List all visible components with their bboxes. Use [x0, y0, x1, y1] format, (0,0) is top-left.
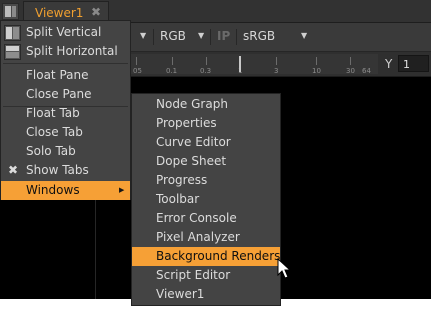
menu-item-float-tab[interactable]: Float Tab	[1, 104, 130, 123]
submenu-item-script-editor[interactable]: Script Editor	[132, 266, 280, 285]
menu-item-label: Float Tab	[26, 106, 80, 120]
submenu-item-label: Viewer1	[156, 287, 205, 301]
submenu-item-label: Toolbar	[156, 192, 200, 206]
submenu-item-label: Properties	[156, 116, 217, 130]
ruler-tick-label: 05	[133, 67, 142, 75]
submenu-item-label: Script Editor	[156, 268, 231, 282]
chevron-down-icon: ▼	[301, 31, 308, 40]
windows-submenu: Node Graph Properties Curve Editor Dope …	[131, 93, 281, 306]
submenu-item-label: Background Renders	[156, 249, 281, 263]
menu-item-label: Close Tab	[26, 125, 83, 139]
input-process-button[interactable]: IP	[217, 26, 230, 46]
menu-item-float-pane[interactable]: Float Pane	[1, 66, 130, 85]
close-tab-icon[interactable]: ✖	[91, 5, 101, 19]
ruler-tick-label: 0.3	[200, 67, 212, 75]
menu-item-label: Close Pane	[26, 87, 92, 101]
ruler-tick-label: 64	[362, 67, 371, 75]
ruler-tick-label: 10	[312, 67, 321, 75]
checkmark-icon: ✖	[8, 163, 19, 177]
submenu-item-background-renders[interactable]: Background Renders	[132, 247, 280, 266]
menu-item-label: Windows	[26, 183, 80, 197]
menu-item-label: Split Horizontal	[26, 44, 118, 58]
pane-menu-icon[interactable]	[2, 3, 19, 20]
menu-separator	[3, 63, 128, 64]
submenu-item-node-graph[interactable]: Node Graph	[132, 95, 280, 114]
chevron-down-icon: ▼	[140, 31, 147, 40]
menu-item-close-tab[interactable]: Close Tab	[1, 123, 130, 142]
y-input[interactable]: 1	[398, 55, 429, 72]
submenu-item-toolbar[interactable]: Toolbar	[132, 190, 280, 209]
submenu-item-progress[interactable]: Progress	[132, 171, 280, 190]
toolbar-divider	[236, 29, 237, 45]
ruler-tick	[316, 57, 317, 65]
toolbar-divider	[210, 29, 211, 45]
split-vertical-icon	[4, 25, 21, 41]
submenu-item-label: Dope Sheet	[156, 154, 227, 168]
submenu-item-label: Curve Editor	[156, 135, 231, 149]
submenu-item-viewer1[interactable]: Viewer1	[132, 285, 280, 304]
submenu-arrow-icon: ▶	[119, 186, 125, 194]
menu-item-label: Solo Tab	[26, 144, 76, 158]
menu-item-split-vertical[interactable]: Split Vertical	[1, 23, 130, 42]
menu-item-show-tabs[interactable]: ✖ Show Tabs	[1, 161, 130, 180]
ruler-tick-label: 3	[274, 67, 279, 75]
menu-item-solo-tab[interactable]: Solo Tab	[1, 142, 130, 161]
submenu-item-error-console[interactable]: Error Console	[132, 209, 280, 228]
submenu-item-pixel-analyzer[interactable]: Pixel Analyzer	[132, 228, 280, 247]
exposure-marker[interactable]	[239, 56, 241, 72]
toolbar-divider	[153, 29, 154, 45]
menu-item-label: Float Pane	[26, 68, 89, 82]
submenu-item-dope-sheet[interactable]: Dope Sheet	[132, 152, 280, 171]
ruler-tick-label: 30	[346, 67, 355, 75]
submenu-item-label: Pixel Analyzer	[156, 230, 240, 244]
chevron-down-icon: ▼	[198, 31, 205, 40]
channels-value: RGB	[160, 29, 186, 43]
menu-item-label: Show Tabs	[26, 163, 89, 177]
submenu-item-label: Progress	[156, 173, 208, 187]
pane-context-menu: Split Vertical Split Horizontal Float Pa…	[0, 20, 131, 200]
menu-item-close-pane[interactable]: Close Pane	[1, 85, 130, 104]
split-horizontal-icon	[4, 44, 21, 60]
colorspace-dropdown[interactable]: sRGB ▼	[243, 26, 309, 46]
ruler-tick	[350, 57, 351, 65]
y-label: Y	[385, 57, 393, 71]
submenu-item-curve-editor[interactable]: Curve Editor	[132, 133, 280, 152]
ruler-tick	[172, 57, 173, 65]
ruler-tick	[206, 57, 207, 65]
submenu-item-label: Error Console	[156, 211, 237, 225]
ruler-tick-label: 0.1	[166, 67, 178, 75]
submenu-item-label: Node Graph	[156, 97, 228, 111]
toolbar-dropdown-arrow[interactable]: ▼	[140, 26, 148, 46]
colorspace-value: sRGB	[243, 29, 276, 43]
tab-label: Viewer1	[35, 6, 84, 20]
ruler-tick	[276, 57, 277, 65]
channels-dropdown[interactable]: RGB ▼	[160, 26, 206, 46]
menu-item-split-horizontal[interactable]: Split Horizontal	[1, 42, 130, 61]
ruler-tick	[136, 57, 137, 65]
submenu-item-properties[interactable]: Properties	[132, 114, 280, 133]
menu-item-label: Split Vertical	[26, 25, 102, 39]
menu-item-windows[interactable]: Windows ▶	[1, 181, 130, 200]
mouse-cursor-icon	[277, 258, 292, 279]
